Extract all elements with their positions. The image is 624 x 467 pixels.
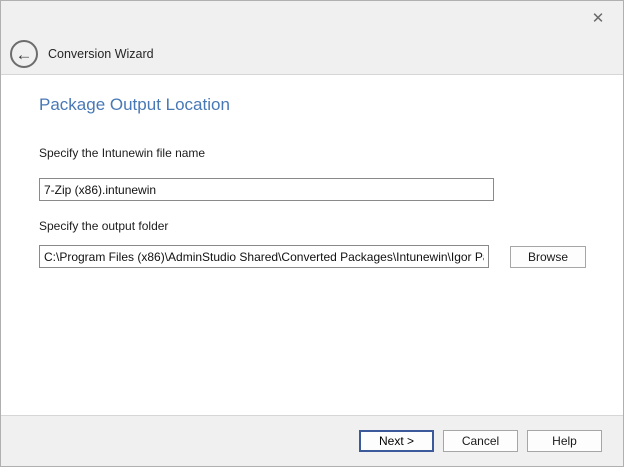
- browse-button[interactable]: Browse: [510, 246, 586, 268]
- close-button[interactable]: ✕: [588, 8, 608, 28]
- output-folder-label: Specify the output folder: [39, 219, 168, 233]
- intunewin-file-name-label: Specify the Intunewin file name: [39, 146, 205, 160]
- output-folder-input[interactable]: [39, 245, 489, 268]
- next-button[interactable]: Next >: [359, 430, 434, 452]
- back-arrow-icon: ←: [16, 46, 33, 63]
- close-icon: ✕: [592, 11, 605, 26]
- page-title: Package Output Location: [39, 95, 230, 115]
- wizard-header: ← Conversion Wizard ✕: [1, 1, 623, 75]
- help-button[interactable]: Help: [527, 430, 602, 452]
- wizard-footer: Next > Cancel Help: [1, 415, 623, 466]
- wizard-body: Package Output Location Specify the Intu…: [1, 75, 623, 415]
- conversion-wizard-dialog: ← Conversion Wizard ✕ Package Output Loc…: [0, 0, 624, 467]
- intunewin-file-name-input[interactable]: [39, 178, 494, 201]
- back-button[interactable]: ←: [10, 40, 38, 68]
- cancel-button[interactable]: Cancel: [443, 430, 518, 452]
- wizard-title: Conversion Wizard: [48, 47, 154, 61]
- back-navigation: ← Conversion Wizard: [10, 40, 154, 68]
